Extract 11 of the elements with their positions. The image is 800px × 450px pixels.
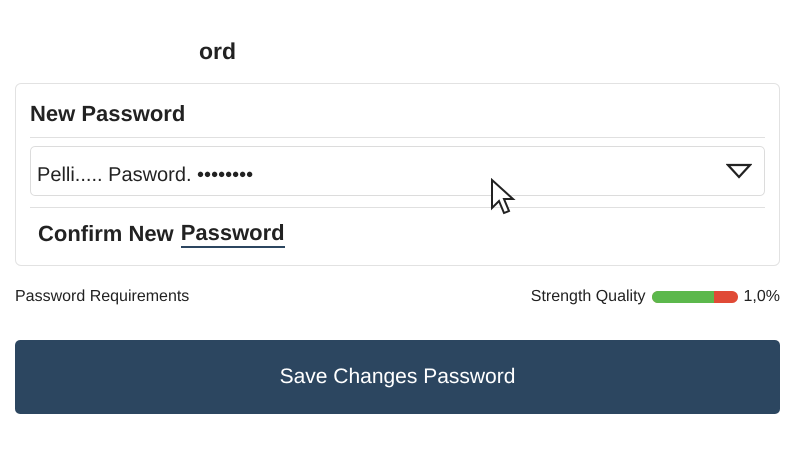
strength-label: Strength Quality (530, 288, 646, 306)
password-field[interactable]: Pelli..... Pasword. •••••••• (30, 146, 765, 196)
caret-icon (726, 163, 752, 179)
field-label: Confirm New (38, 221, 174, 247)
strength-reading: 1,0% (744, 288, 780, 306)
cursor-icon (490, 178, 516, 216)
save-button[interactable]: Save Changes Password (15, 340, 780, 414)
page-title: ord (199, 37, 238, 66)
password-link[interactable]: Password (180, 220, 285, 248)
requirements-label: Password Requirements (15, 288, 190, 306)
field-label: New Password (30, 100, 186, 128)
